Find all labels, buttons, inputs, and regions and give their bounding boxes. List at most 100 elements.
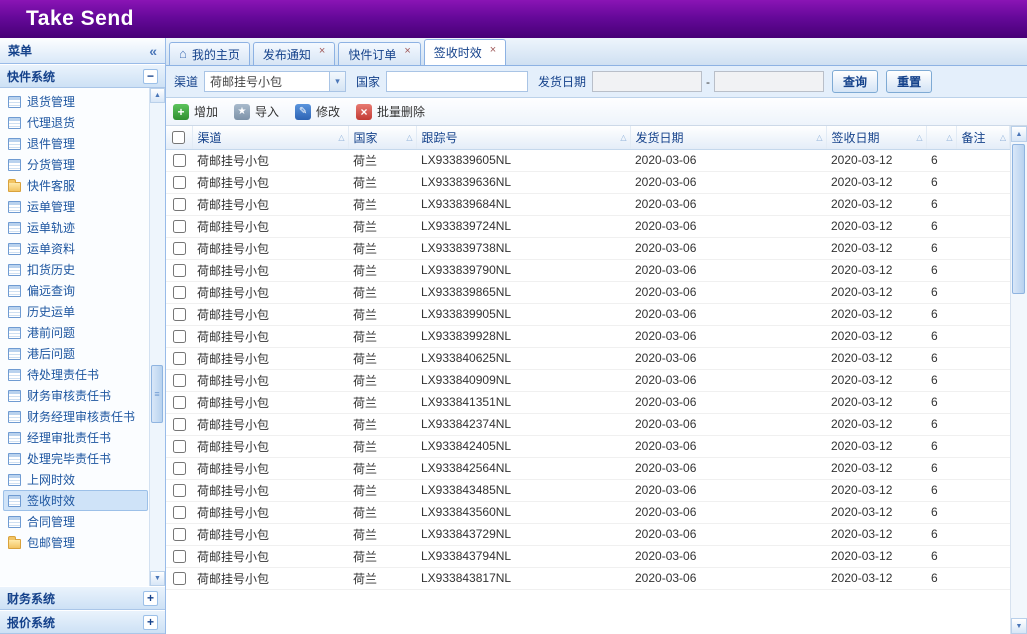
tab[interactable]: 签收时效× [424,39,506,65]
row-checkbox[interactable] [173,264,186,277]
table-row[interactable]: 荷邮挂号小包荷兰LX933839865NL2020-03-062020-03-1… [166,281,1010,303]
tab[interactable]: 快件订单× [338,42,420,65]
row-checkbox[interactable] [173,198,186,211]
row-checkbox[interactable] [173,396,186,409]
table-row[interactable]: 荷邮挂号小包荷兰LX933843794NL2020-03-062020-03-1… [166,545,1010,567]
row-checkbox[interactable] [173,572,186,585]
sidebar-item[interactable]: 财务审核责任书 [3,385,148,406]
table-row[interactable]: 荷邮挂号小包荷兰LX933839724NL2020-03-062020-03-1… [166,215,1010,237]
sidebar-scrollbar[interactable]: ▲ ≡ ▼ [149,88,165,586]
select-all-checkbox[interactable] [172,131,185,144]
row-checkbox[interactable] [173,550,186,563]
sidebar-item[interactable]: 快件客服 [3,175,148,196]
sidebar-scroll-track[interactable]: ≡ [150,103,165,571]
close-icon[interactable]: × [404,45,410,57]
table-row[interactable]: 荷邮挂号小包荷兰LX933839636NL2020-03-062020-03-1… [166,171,1010,193]
column-header[interactable]: 渠道△ [192,126,348,149]
row-checkbox[interactable] [173,154,186,167]
reset-button[interactable]: 重置 [886,70,932,93]
sidebar-item[interactable]: 扣货历史 [3,259,148,280]
row-checkbox[interactable] [173,352,186,365]
table-row[interactable]: 荷邮挂号小包荷兰LX933839605NL2020-03-062020-03-1… [166,149,1010,171]
table-row[interactable]: 荷邮挂号小包荷兰LX933843560NL2020-03-062020-03-1… [166,501,1010,523]
row-checkbox[interactable] [173,176,186,189]
column-header[interactable]: 发货日期△ [630,126,826,149]
sidebar-item[interactable]: 退货管理 [3,91,148,112]
close-icon[interactable]: × [319,45,325,57]
sidebar-item[interactable]: 上网时效 [3,469,148,490]
row-checkbox[interactable] [173,484,186,497]
tab[interactable]: 发布通知× [253,42,335,65]
table-row[interactable]: 荷邮挂号小包荷兰LX933842405NL2020-03-062020-03-1… [166,435,1010,457]
sidebar-item[interactable]: 偏远查询 [3,280,148,301]
sidebar-item[interactable]: 代理退货 [3,112,148,133]
sidebar-item[interactable]: 港后问题 [3,343,148,364]
channel-select[interactable]: 荷邮挂号小包 ▾ [204,71,346,92]
sidebar-item[interactable]: 历史运单 [3,301,148,322]
expand-section-icon[interactable]: + [143,591,158,606]
sidebar-item[interactable]: 处理完毕责任书 [3,448,148,469]
edit-button[interactable]: ✎修改 [295,103,340,120]
sidebar-section-finance-system[interactable]: 财务系统 + [0,586,165,610]
search-button[interactable]: 查询 [832,70,878,93]
sidebar-item[interactable]: 退件管理 [3,133,148,154]
country-input[interactable] [386,71,528,92]
row-checkbox[interactable] [173,374,186,387]
row-checkbox[interactable] [173,418,186,431]
close-icon[interactable]: × [490,44,496,56]
sidebar-item[interactable]: 运单轨迹 [3,217,148,238]
table-row[interactable]: 荷邮挂号小包荷兰LX933839738NL2020-03-062020-03-1… [166,237,1010,259]
row-checkbox[interactable] [173,286,186,299]
column-header[interactable]: 备注△ [956,126,1010,149]
scroll-up-icon[interactable]: ▲ [1011,126,1027,142]
grid-scrollbar[interactable]: ▲ ▼ [1010,126,1027,634]
add-button[interactable]: +增加 [173,103,218,120]
expand-section-icon[interactable]: + [143,615,158,630]
row-checkbox[interactable] [173,528,186,541]
row-checkbox[interactable] [173,220,186,233]
table-row[interactable]: 荷邮挂号小包荷兰LX933839790NL2020-03-062020-03-1… [166,259,1010,281]
row-checkbox[interactable] [173,330,186,343]
sidebar-item[interactable]: 运单资料 [3,238,148,259]
table-row[interactable]: 荷邮挂号小包荷兰LX933839684NL2020-03-062020-03-1… [166,193,1010,215]
column-header[interactable]: 签收日期△ [826,126,926,149]
sidebar-scroll-thumb[interactable]: ≡ [151,365,163,423]
table-row[interactable]: 荷邮挂号小包荷兰LX933843817NL2020-03-062020-03-1… [166,567,1010,589]
table-row[interactable]: 荷邮挂号小包荷兰LX933840909NL2020-03-062020-03-1… [166,369,1010,391]
sidebar-item[interactable]: 合同管理 [3,511,148,532]
sidebar-section-quote-system[interactable]: 报价系统 + [0,610,165,634]
table-row[interactable]: 荷邮挂号小包荷兰LX933842564NL2020-03-062020-03-1… [166,457,1010,479]
table-row[interactable]: 荷邮挂号小包荷兰LX933839928NL2020-03-062020-03-1… [166,325,1010,347]
column-header[interactable]: 国家△ [348,126,416,149]
scroll-down-icon[interactable]: ▼ [150,571,165,586]
date-from-input[interactable] [592,71,702,92]
column-header[interactable]: △ [926,126,956,149]
table-row[interactable]: 荷邮挂号小包荷兰LX933840625NL2020-03-062020-03-1… [166,347,1010,369]
sidebar-item[interactable]: 待处理责任书 [3,364,148,385]
sidebar-section-express-system[interactable]: 快件系统 − [0,64,165,88]
collapse-section-icon[interactable]: − [143,69,158,84]
sidebar-item[interactable]: 签收时效 [3,490,148,511]
table-row[interactable]: 荷邮挂号小包荷兰LX933841351NL2020-03-062020-03-1… [166,391,1010,413]
import-button[interactable]: ★导入 [234,103,279,120]
row-checkbox[interactable] [173,440,186,453]
grid-scroll-track[interactable] [1011,142,1027,618]
table-row[interactable]: 荷邮挂号小包荷兰LX933839905NL2020-03-062020-03-1… [166,303,1010,325]
column-header[interactable]: 跟踪号△ [416,126,630,149]
scroll-down-icon[interactable]: ▼ [1011,618,1027,634]
sidebar-item[interactable]: 包邮管理 [3,532,148,553]
table-row[interactable]: 荷邮挂号小包荷兰LX933842374NL2020-03-062020-03-1… [166,413,1010,435]
sidebar-item[interactable]: 运单管理 [3,196,148,217]
tab[interactable]: ⌂我的主页 [169,42,250,65]
row-checkbox[interactable] [173,462,186,475]
row-checkbox[interactable] [173,308,186,321]
grid-scroll-thumb[interactable] [1012,144,1025,294]
table-row[interactable]: 荷邮挂号小包荷兰LX933843485NL2020-03-062020-03-1… [166,479,1010,501]
sidebar-item[interactable]: 分货管理 [3,154,148,175]
collapse-sidebar-icon[interactable]: « [149,43,157,59]
sidebar-item[interactable]: 港前问题 [3,322,148,343]
row-checkbox[interactable] [173,506,186,519]
row-checkbox[interactable] [173,242,186,255]
scroll-up-icon[interactable]: ▲ [150,88,165,103]
sidebar-item[interactable]: 财务经理审核责任书 [3,406,148,427]
